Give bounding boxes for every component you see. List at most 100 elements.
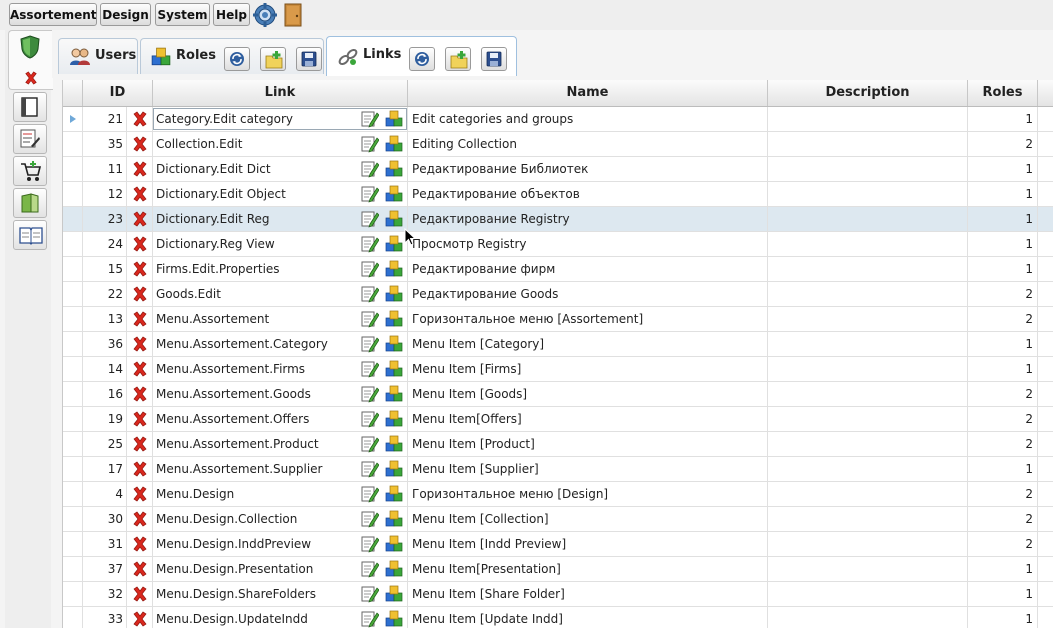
table-row[interactable]: 16 Menu.Assortement.Goods Menu Item [Goods… [63, 382, 1053, 407]
edit-icon[interactable] [361, 110, 379, 128]
delete-row-button[interactable] [127, 607, 153, 628]
cell-description[interactable] [768, 482, 968, 506]
cell-description[interactable] [768, 407, 968, 431]
exit-door-icon[interactable] [284, 3, 302, 27]
table-row[interactable]: 30 Menu.Design.Collection Menu Item [Colle… [63, 507, 1053, 532]
menu-design[interactable]: Design [100, 3, 151, 26]
link-roles-icon[interactable] [385, 360, 403, 378]
table-row[interactable]: 22 Goods.Edit Редактирование Goods 2 [63, 282, 1053, 307]
edit-icon[interactable] [361, 135, 379, 153]
link-roles-icon[interactable] [385, 410, 403, 428]
link-roles-icon[interactable] [385, 235, 403, 253]
cell-name[interactable]: Menu Item [Share Folder] [408, 582, 768, 606]
cell-link[interactable]: Dictionary.Edit Dict [153, 157, 408, 181]
delete-row-button[interactable] [127, 482, 153, 506]
row-indicator[interactable] [63, 157, 83, 181]
cell-description[interactable] [768, 132, 968, 156]
cell-name[interactable]: Редактирование объектов [408, 182, 768, 206]
link-roles-icon[interactable] [385, 560, 403, 578]
delete-row-button[interactable] [127, 232, 153, 256]
row-indicator[interactable] [63, 582, 83, 606]
edit-icon[interactable] [361, 460, 379, 478]
row-indicator[interactable] [63, 257, 83, 281]
row-indicator[interactable] [63, 232, 83, 256]
cell-link[interactable]: Menu.Assortement.Category [153, 332, 408, 356]
cell-description[interactable] [768, 457, 968, 481]
cell-description[interactable] [768, 432, 968, 456]
tab-links[interactable]: Links [326, 36, 517, 76]
cell-description[interactable] [768, 532, 968, 556]
table-row[interactable]: 35 Collection.Edit Editing Collection 2 [63, 132, 1053, 157]
cell-name[interactable]: Просмотр Registry [408, 232, 768, 256]
cell-link[interactable]: Menu.Assortement.Supplier [153, 457, 408, 481]
cell-name[interactable]: Menu Item [Product] [408, 432, 768, 456]
table-row[interactable]: 15 Firms.Edit.Properties Редактирование фи… [63, 257, 1053, 282]
edit-icon[interactable] [361, 560, 379, 578]
cell-link[interactable]: Menu.Design.InddPreview [153, 532, 408, 556]
header-roles[interactable]: Roles [968, 80, 1038, 106]
cell-name[interactable]: Горизонтальное меню [Design] [408, 482, 768, 506]
delete-row-button[interactable] [127, 432, 153, 456]
delete-row-button[interactable] [127, 457, 153, 481]
menu-system[interactable]: System [155, 3, 210, 26]
cell-description[interactable] [768, 382, 968, 406]
cell-description[interactable] [768, 107, 968, 131]
delete-row-button[interactable] [127, 332, 153, 356]
row-indicator[interactable] [63, 482, 83, 506]
link-roles-icon[interactable] [385, 585, 403, 603]
settings-gear-icon[interactable] [253, 3, 277, 27]
cell-description[interactable] [768, 582, 968, 606]
cell-name[interactable]: Menu Item [Firms] [408, 357, 768, 381]
edit-list-button[interactable] [13, 124, 47, 154]
edit-icon[interactable] [361, 535, 379, 553]
link-roles-icon[interactable] [385, 260, 403, 278]
edit-icon[interactable] [361, 410, 379, 428]
link-roles-icon[interactable] [385, 460, 403, 478]
cell-description[interactable] [768, 282, 968, 306]
roles-add-button[interactable] [260, 47, 286, 71]
header-link[interactable]: Link [153, 80, 408, 106]
cell-link[interactable]: Goods.Edit [153, 282, 408, 306]
link-roles-icon[interactable] [385, 135, 403, 153]
cell-description[interactable] [768, 182, 968, 206]
header-description[interactable]: Description [768, 80, 968, 106]
cell-link[interactable]: Menu.Design.Presentation [153, 557, 408, 581]
link-roles-icon[interactable] [385, 510, 403, 528]
cell-link[interactable]: Menu.Assortement.Firms [153, 357, 408, 381]
row-indicator[interactable] [63, 457, 83, 481]
link-roles-icon[interactable] [385, 610, 403, 628]
cell-name[interactable]: Редактирование Библиотек [408, 157, 768, 181]
cell-link[interactable]: Dictionary.Edit Object [153, 182, 408, 206]
row-indicator[interactable] [63, 557, 83, 581]
cell-link[interactable]: Menu.Design.ShareFolders [153, 582, 408, 606]
delete-row-button[interactable] [127, 582, 153, 606]
cell-description[interactable] [768, 232, 968, 256]
table-row[interactable]: 24 Dictionary.Reg View Просмотр Registry 1 [63, 232, 1053, 257]
edit-icon[interactable] [361, 435, 379, 453]
link-roles-icon[interactable] [385, 285, 403, 303]
table-row[interactable]: 14 Menu.Assortement.Firms Menu Item [Firms… [63, 357, 1053, 382]
cell-link[interactable]: Collection.Edit [153, 132, 408, 156]
delete-row-button[interactable] [127, 307, 153, 331]
cell-name[interactable]: Edit categories and groups [408, 107, 768, 131]
links-refresh-button[interactable] [409, 47, 435, 71]
close-icon[interactable] [24, 71, 38, 85]
roles-refresh-button[interactable] [224, 47, 250, 71]
table-row[interactable]: 11 Dictionary.Edit Dict Редактирование Биб… [63, 157, 1053, 182]
table-row[interactable]: 36 Menu.Assortement.Category Menu Item [Ca… [63, 332, 1053, 357]
row-indicator[interactable] [63, 607, 83, 628]
header-name[interactable]: Name [408, 80, 768, 106]
edit-icon[interactable] [361, 510, 379, 528]
cell-description[interactable] [768, 207, 968, 231]
table-row[interactable]: 19 Menu.Assortement.Offers Menu Item[Offer… [63, 407, 1053, 432]
table-row[interactable]: 31 Menu.Design.InddPreview Menu Item [Indd… [63, 532, 1053, 557]
table-row[interactable]: 21 Category.Edit category Edit categories … [63, 107, 1053, 132]
cell-name[interactable]: Menu Item [Update Indd] [408, 607, 768, 628]
row-indicator[interactable] [63, 507, 83, 531]
link-roles-icon[interactable] [385, 485, 403, 503]
delete-row-button[interactable] [127, 357, 153, 381]
cell-link[interactable]: Menu.Design [153, 482, 408, 506]
tab-users[interactable]: Users [58, 38, 138, 74]
link-roles-icon[interactable] [385, 210, 403, 228]
table-row[interactable]: 37 Menu.Design.Presentation Menu Item[Pres… [63, 557, 1053, 582]
